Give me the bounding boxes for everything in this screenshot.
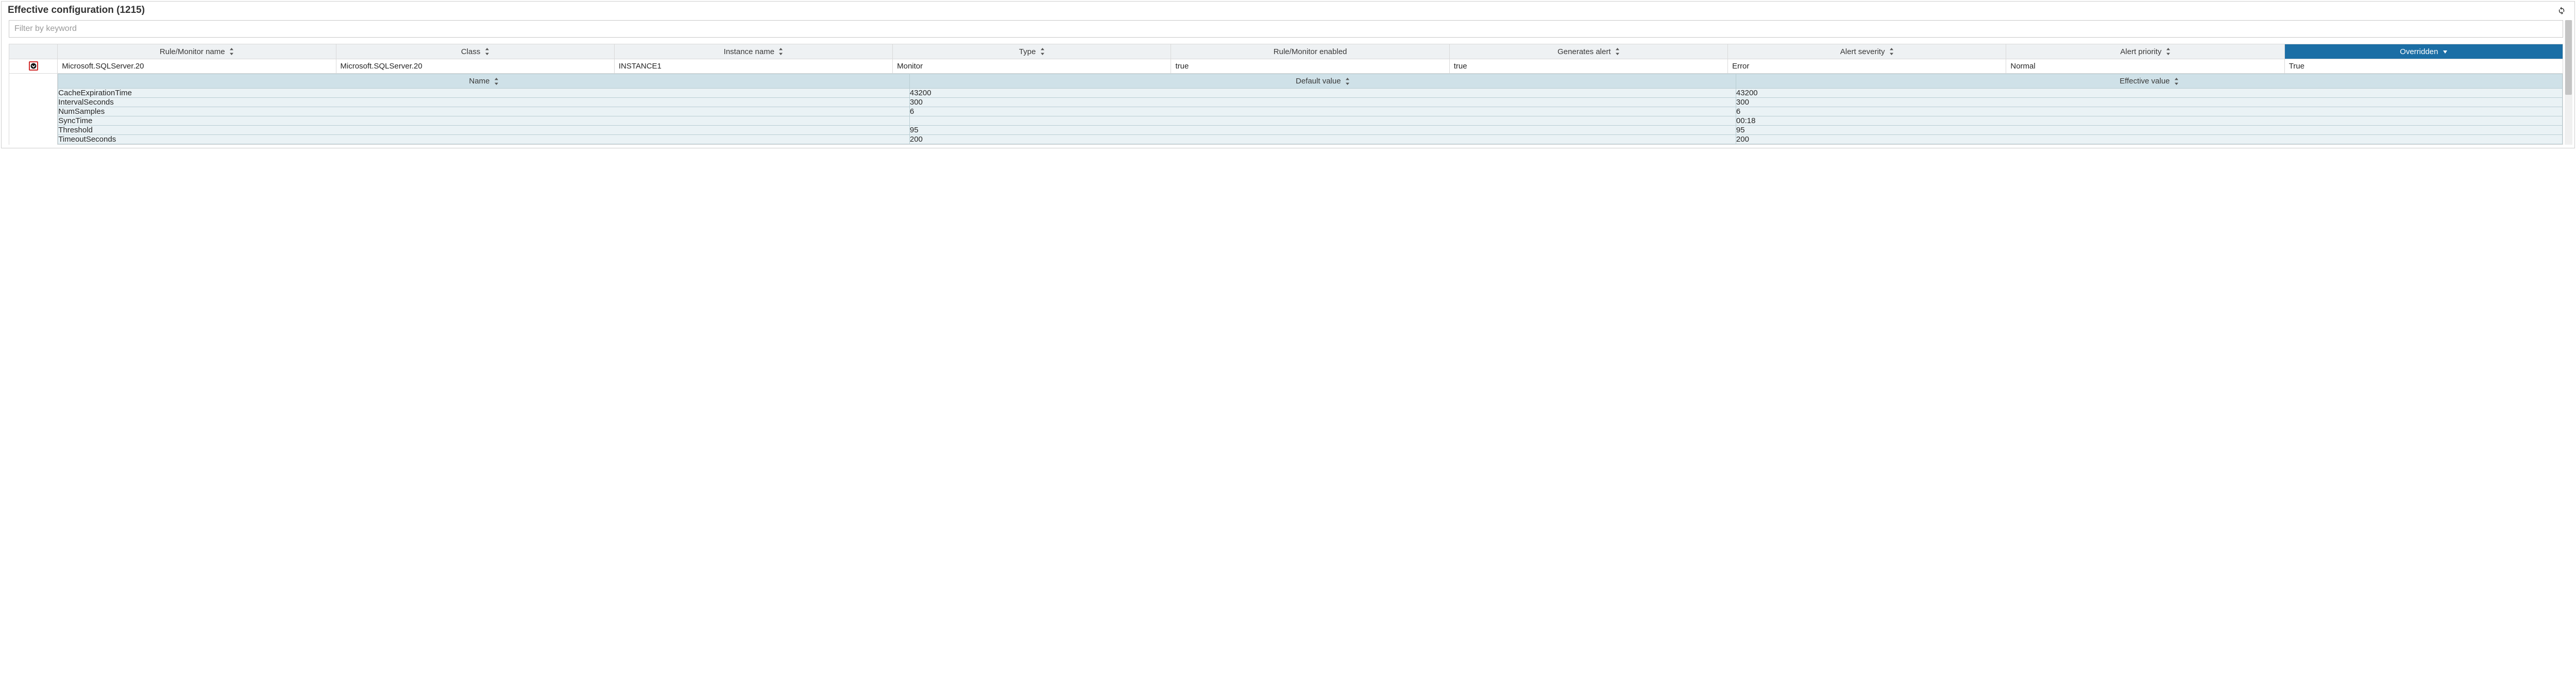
row-expander-button[interactable] bbox=[29, 61, 38, 71]
col-rule-monitor-enabled[interactable]: Rule/Monitor enabled bbox=[1171, 44, 1449, 59]
cell-alert-severity: Error bbox=[1728, 59, 2006, 73]
sort-icon bbox=[778, 48, 783, 55]
detail-cell-effective: 43200 bbox=[1736, 89, 2562, 98]
sort-icon bbox=[2166, 48, 2171, 55]
detail-cell-effective: 300 bbox=[1736, 98, 2562, 107]
refresh-icon bbox=[2557, 6, 2566, 15]
panel-body: Rule/Monitor name Class Instance name Ty… bbox=[2, 20, 2574, 148]
sort-icon bbox=[1889, 48, 1894, 55]
detail-cell-name: Threshold bbox=[58, 126, 910, 135]
detail-cell-name: SyncTime bbox=[58, 116, 910, 126]
cell-generates-alert: true bbox=[1449, 59, 1727, 73]
sort-icon bbox=[2174, 78, 2179, 85]
detail-data-row: CacheExpirationTime4320043200 bbox=[58, 89, 2563, 98]
detail-data-row: NumSamples66 bbox=[58, 107, 2563, 116]
col-overridden[interactable]: Overridden bbox=[2284, 44, 2563, 59]
detail-cell-default: 6 bbox=[909, 107, 1736, 116]
detail-data-row: IntervalSeconds300300 bbox=[58, 98, 2563, 107]
cell-rule-monitor-enabled: true bbox=[1171, 59, 1449, 73]
detail-cell-name: CacheExpirationTime bbox=[58, 89, 910, 98]
main-table: Rule/Monitor name Class Instance name Ty… bbox=[9, 44, 2563, 145]
sort-icon bbox=[1615, 48, 1620, 55]
detail-row: Name Default value Effective value bbox=[9, 73, 2563, 145]
main-table-header-row: Rule/Monitor name Class Instance name Ty… bbox=[9, 44, 2563, 59]
sort-icon bbox=[1040, 48, 1045, 55]
detail-data-row: SyncTime 00:18 bbox=[58, 116, 2563, 126]
detail-cell-name: IntervalSeconds bbox=[58, 98, 910, 107]
cell-alert-priority: Normal bbox=[2006, 59, 2284, 73]
panel-title: Effective configuration (1215) bbox=[8, 5, 145, 16]
detail-cell-effective: 95 bbox=[1736, 126, 2562, 135]
detail-cell-default: 200 bbox=[909, 135, 1736, 144]
panel-header: Effective configuration (1215) bbox=[2, 2, 2574, 20]
sort-desc-icon bbox=[2443, 49, 2448, 54]
col-generates-alert[interactable]: Generates alert bbox=[1449, 44, 1727, 59]
detail-data-row: TimeoutSeconds200200 bbox=[58, 135, 2563, 144]
col-rule-monitor-name[interactable]: Rule/Monitor name bbox=[58, 44, 336, 59]
vertical-scrollbar[interactable] bbox=[2565, 20, 2572, 145]
detail-cell-effective: 00:18 bbox=[1736, 116, 2562, 126]
col-type[interactable]: Type bbox=[893, 44, 1171, 59]
detail-col-name[interactable]: Name bbox=[58, 74, 910, 89]
detail-cell-default: 95 bbox=[909, 126, 1736, 135]
detail-cell-name: NumSamples bbox=[58, 107, 910, 116]
col-class[interactable]: Class bbox=[336, 44, 614, 59]
sort-icon bbox=[494, 78, 499, 85]
chevron-down-circle-icon bbox=[30, 63, 37, 69]
effective-configuration-panel: Effective configuration (1215) Rule/Moni… bbox=[1, 1, 2575, 148]
detail-col-effective[interactable]: Effective value bbox=[1736, 74, 2562, 89]
sort-icon bbox=[1345, 78, 1350, 85]
detail-col-default[interactable]: Default value bbox=[909, 74, 1736, 89]
detail-data-row: Threshold9595 bbox=[58, 126, 2563, 135]
col-instance-name[interactable]: Instance name bbox=[614, 44, 892, 59]
col-alert-severity[interactable]: Alert severity bbox=[1728, 44, 2006, 59]
detail-cell-name: TimeoutSeconds bbox=[58, 135, 910, 144]
detail-cell-default: 43200 bbox=[909, 89, 1736, 98]
detail-cell-effective: 200 bbox=[1736, 135, 2562, 144]
detail-cell-default bbox=[909, 116, 1736, 126]
col-alert-priority[interactable]: Alert priority bbox=[2006, 44, 2284, 59]
refresh-button[interactable] bbox=[2555, 5, 2568, 16]
detail-table: Name Default value Effective value bbox=[58, 74, 2563, 145]
detail-cell-effective: 6 bbox=[1736, 107, 2562, 116]
filter-input[interactable] bbox=[9, 20, 2563, 38]
cell-class: Microsoft.SQLServer.20 bbox=[336, 59, 614, 73]
detail-header-row: Name Default value Effective value bbox=[58, 74, 2563, 89]
sort-icon bbox=[485, 48, 489, 55]
sort-icon bbox=[229, 48, 234, 55]
table-row[interactable]: Microsoft.SQLServer.20 Microsoft.SQLServ… bbox=[9, 59, 2563, 73]
expander-cell bbox=[9, 59, 58, 73]
col-expander-header bbox=[9, 44, 58, 59]
detail-cell-default: 300 bbox=[909, 98, 1736, 107]
cell-type: Monitor bbox=[893, 59, 1171, 73]
cell-instance-name: INSTANCE1 bbox=[614, 59, 892, 73]
cell-rule-monitor-name: Microsoft.SQLServer.20 bbox=[58, 59, 336, 73]
cell-overridden: True bbox=[2284, 59, 2563, 73]
scrollbar-thumb[interactable] bbox=[2565, 20, 2572, 95]
